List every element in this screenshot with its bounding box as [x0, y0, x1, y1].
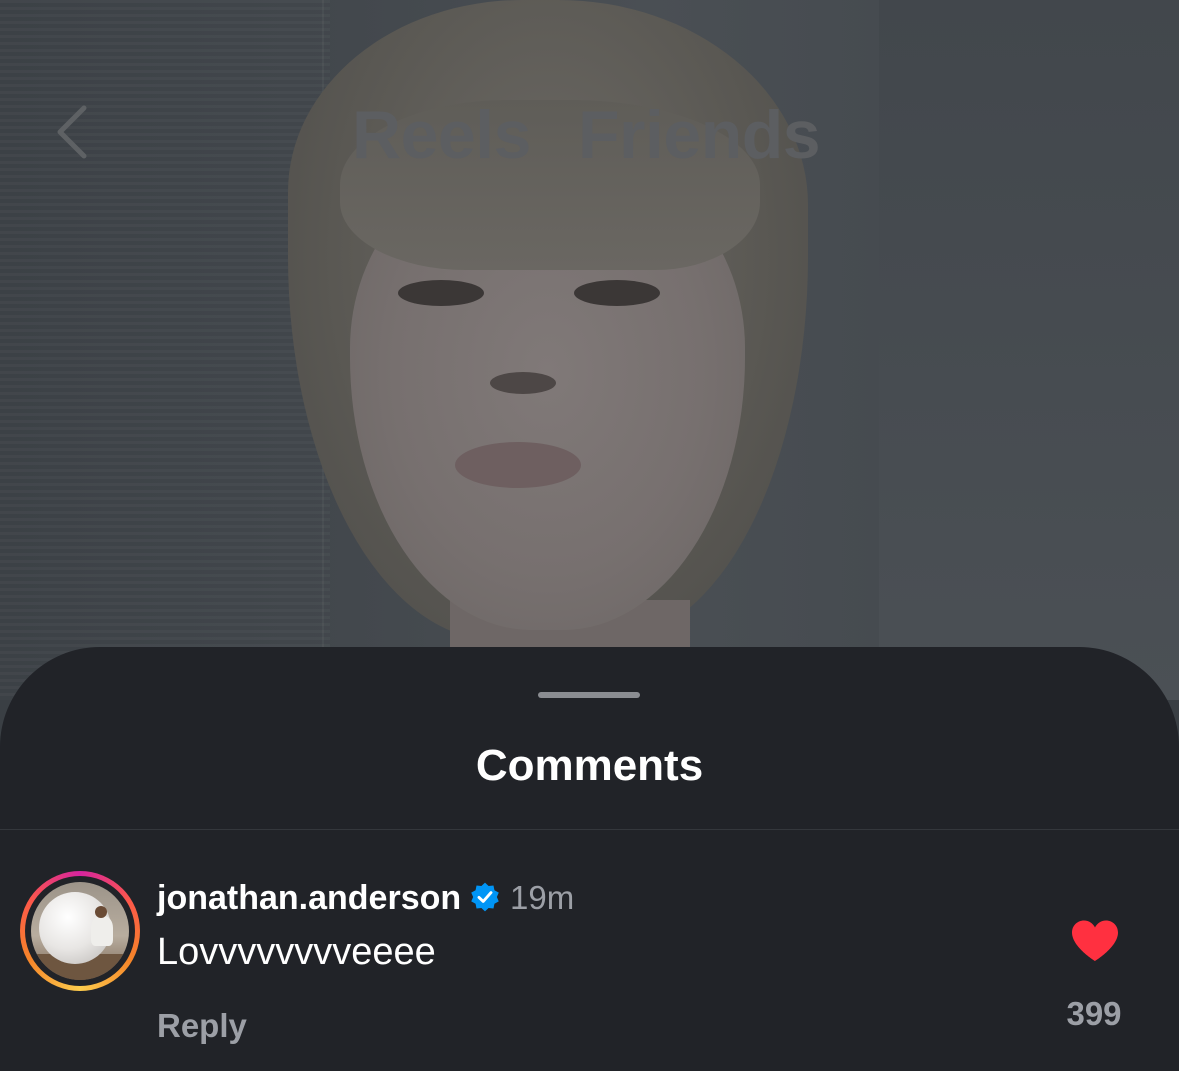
avatar-story-ring[interactable]	[20, 871, 140, 991]
sheet-title: Comments	[475, 741, 704, 790]
reels-tab-bar: Reels Friends	[0, 96, 1179, 176]
tab-reels[interactable]: Reels	[352, 96, 531, 174]
reply-button[interactable]: Reply	[157, 1007, 247, 1045]
like-count: 399	[1066, 995, 1122, 1032]
tab-friends[interactable]: Friends	[578, 96, 821, 174]
comment-timestamp: 19m	[510, 879, 575, 916]
sheet-drag-handle[interactable]	[538, 692, 640, 698]
divider	[0, 829, 1179, 830]
subject-right-eye	[574, 280, 660, 306]
comment-username[interactable]: jonathan.anderson	[157, 879, 461, 918]
avatar	[31, 882, 129, 980]
heart-icon[interactable]	[1070, 919, 1120, 963]
subject-left-eye	[398, 280, 484, 306]
comments-sheet: Comments jonathan.anderson 19m Lovvvvvvv…	[0, 647, 1179, 1071]
subject-lips	[455, 442, 581, 488]
verified-badge-icon	[471, 882, 499, 912]
comment-text: Lovvvvvvvveeee	[157, 931, 436, 973]
comment-item: jonathan.anderson 19m Lovvvvvvvveeee Rep…	[0, 869, 1179, 1069]
subject-nose	[490, 372, 556, 394]
